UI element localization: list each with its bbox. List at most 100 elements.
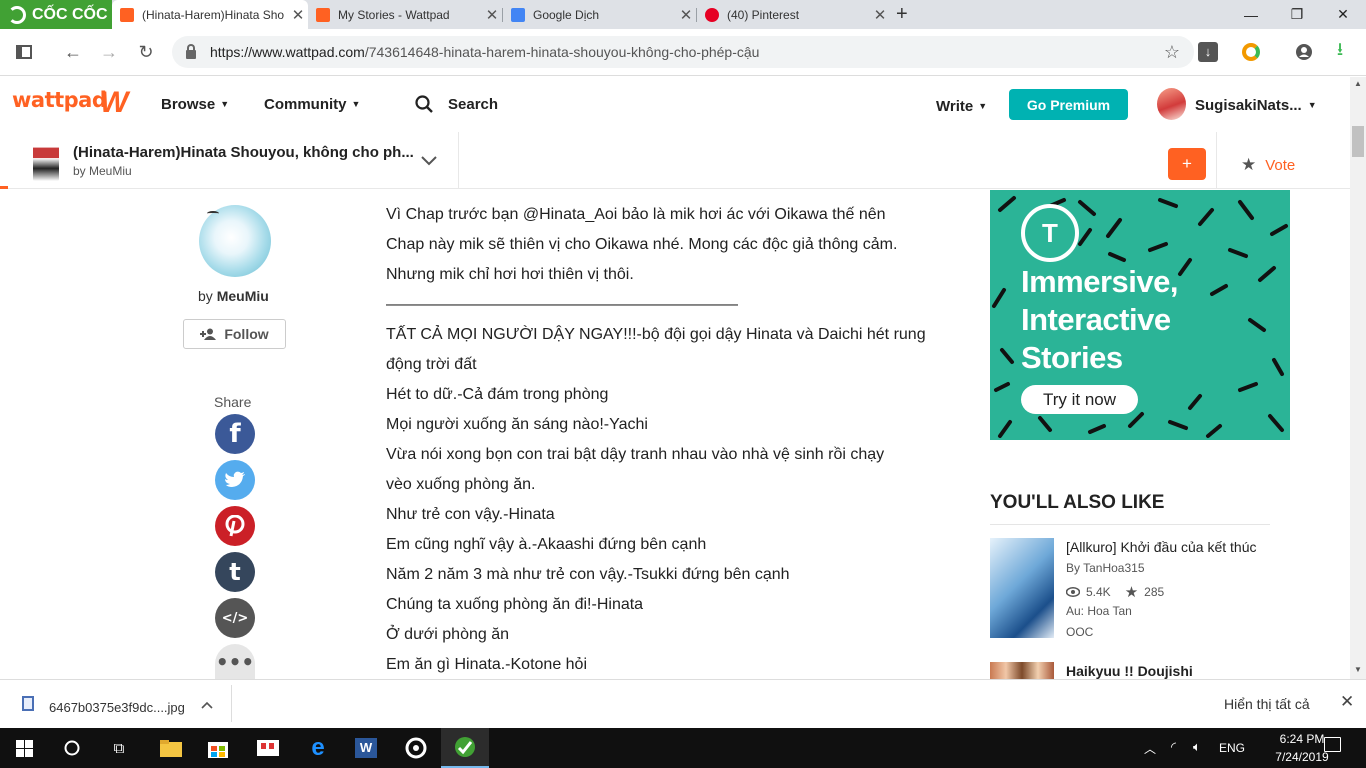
star-icon: ★ [1124, 584, 1139, 601]
search-icon[interactable] [415, 95, 433, 113]
download-options-chevron-up-icon[interactable] [201, 697, 213, 712]
profile-icon[interactable] [1289, 37, 1319, 67]
windows-start-icon[interactable] [0, 728, 48, 768]
embed-code-icon[interactable]: </> [215, 598, 255, 638]
close-tab-icon[interactable]: ✕ [482, 6, 502, 24]
close-window-icon[interactable]: ✕ [1320, 0, 1366, 29]
recommended-story-title[interactable]: Haikyuu !! Doujishi [1066, 663, 1193, 679]
close-tab-icon[interactable]: ✕ [288, 6, 308, 24]
author-byline[interactable]: by MeuMiu [198, 288, 269, 304]
user-avatar[interactable] [1157, 88, 1186, 120]
pinterest-favicon-icon [705, 7, 719, 22]
back-icon[interactable]: ← [58, 37, 88, 67]
cortana-search-icon[interactable] [48, 728, 96, 768]
wattpad-w-logo-icon[interactable]: W [100, 86, 128, 120]
coccoc-active-window-icon[interactable] [441, 728, 489, 768]
new-tab-icon[interactable]: + [896, 3, 908, 26]
download-icon[interactable]: ↓ [1198, 42, 1218, 62]
story-line: Vừa nói xong bọn con trai bật dậy tranh … [386, 446, 885, 463]
more-options-icon[interactable]: ••• [215, 644, 255, 680]
notifications-icon[interactable] [1324, 737, 1341, 752]
coccoc-download-icon[interactable]: ⭳ [1325, 37, 1355, 67]
minimize-icon[interactable]: — [1228, 0, 1274, 29]
recommended-story-author[interactable]: By TanHoa315 [1066, 561, 1145, 575]
browser-tab-1[interactable]: (Hinata-Harem)Hinata Sho ✕ [112, 0, 308, 29]
scroll-down-arrow-icon[interactable]: ▼ [1350, 665, 1366, 677]
vote-button[interactable]: ★ Vote [1241, 155, 1295, 175]
also-like-heading: YOU'LL ALSO LIKE [990, 492, 1165, 513]
scroll-up-arrow-icon[interactable]: ▲ [1350, 79, 1366, 91]
wifi-icon[interactable]: ◜ [1171, 739, 1176, 755]
reload-icon[interactable]: ↻ [131, 37, 161, 67]
recommended-story-title[interactable]: [Allkuro] Khởi đầu của kết thúc [1066, 539, 1257, 555]
story-line: Vì Chap trước bạn @Hinata_Aoi bảo là mik… [386, 206, 886, 223]
forward-icon[interactable]: → [94, 37, 124, 67]
bookmark-star-icon[interactable]: ☆ [1157, 37, 1187, 67]
pinterest-share-icon[interactable] [215, 506, 255, 546]
url-host: https://www.wattpad.com [210, 44, 365, 60]
store-icon[interactable] [194, 728, 242, 768]
recommended-story-stats: 5.4K ★ 285 [1066, 583, 1164, 601]
show-all-downloads-button[interactable]: Hiển thị tất cả [1224, 696, 1310, 712]
user-menu[interactable]: SugisakiNats... ▼ [1195, 97, 1317, 114]
browser-tab-2[interactable]: My Stories - Wattpad ✕ [308, 0, 502, 29]
restore-icon[interactable]: ❐ [1274, 0, 1320, 29]
url-text: https://www.wattpad.com/743614648-hinata… [210, 44, 759, 60]
show-hidden-icons-chevron-up-icon[interactable]: ︿ [1144, 740, 1156, 757]
go-premium-button[interactable]: Go Premium [1009, 89, 1128, 120]
facebook-share-icon[interactable]: f [215, 414, 255, 454]
edge-browser-icon[interactable]: e [294, 728, 342, 768]
close-tab-icon[interactable]: ✕ [676, 6, 696, 24]
twitter-share-icon[interactable] [215, 460, 255, 500]
ad-headline-1: Immersive, [1021, 264, 1179, 299]
download-divider [231, 685, 232, 722]
wattpad-favicon-icon [316, 7, 330, 22]
wattpad-logo[interactable]: wattpad [12, 88, 107, 112]
recommended-story-cover[interactable] [990, 538, 1054, 638]
follow-button[interactable]: Follow [183, 319, 286, 349]
wattpad-favicon-icon [120, 7, 134, 22]
url-path: /743614648-hinata-harem-hinata-shouyou-k… [364, 44, 760, 60]
input-language-indicator[interactable]: ENG [1219, 741, 1245, 755]
ad-try-it-now-button[interactable]: Try it now [1021, 385, 1138, 414]
recommended-story-cover[interactable] [990, 662, 1054, 679]
story-line: động trời đất [386, 356, 477, 373]
clock-date[interactable]: 7/24/2019 [1274, 750, 1330, 764]
add-to-library-button[interactable]: + [1168, 148, 1206, 180]
browser-tab-3[interactable]: Google Dịch ✕ [503, 0, 696, 29]
tumblr-share-icon[interactable]: t [215, 552, 255, 592]
nav-community[interactable]: Community ▼ [264, 96, 360, 113]
story-author-byline[interactable]: by MeuMiu [73, 164, 132, 178]
nav-browse[interactable]: Browse ▼ [161, 96, 229, 113]
page-scrollbar[interactable] [1350, 77, 1366, 679]
nav-community-label: Community [264, 96, 347, 113]
close-download-shelf-icon[interactable]: ✕ [1340, 692, 1354, 712]
downloaded-file-name[interactable]: 6467b0375e3f9dc....jpg [49, 700, 185, 715]
divider [990, 524, 1270, 525]
scrollbar-thumb[interactable] [1352, 126, 1364, 157]
story-line: TẤT CẢ MỌI NGƯỜI DẬY NGAY!!!-bộ đội gọi … [386, 326, 926, 343]
author-avatar[interactable] [199, 205, 271, 277]
search-button[interactable]: Search [448, 96, 498, 113]
address-bar[interactable]: https://www.wattpad.com/743614648-hinata… [172, 36, 1194, 68]
coccoc-logo-icon [8, 5, 26, 24]
username-label: SugisakiNats... [1195, 97, 1302, 114]
write-menu[interactable]: Write ▼ [936, 98, 987, 115]
sidebar-toggle-icon[interactable] [9, 37, 39, 67]
snipping-tool-icon[interactable] [244, 728, 292, 768]
story-cover-thumbnail[interactable] [33, 139, 59, 181]
browser-tab-4[interactable]: (40) Pinterest ✕ [697, 0, 890, 29]
task-view-icon[interactable]: ⧉ [95, 728, 143, 768]
volume-icon[interactable]: 🔈︎ [1193, 739, 1201, 755]
file-explorer-icon[interactable] [147, 728, 195, 768]
coccoc-menu-button[interactable]: CỐC CỐC [0, 0, 112, 29]
votes-count: 285 [1144, 585, 1165, 599]
clock-time[interactable]: 6:24 PM [1279, 732, 1325, 746]
close-tab-icon[interactable]: ✕ [870, 6, 890, 24]
story-content: Vì Chap trước bạn @Hinata_Aoi bảo là mik… [386, 200, 946, 680]
word-icon[interactable]: W [342, 728, 390, 768]
chapter-list-chevron-down-icon[interactable] [420, 152, 438, 172]
story-title[interactable]: (Hinata-Harem)Hinata Shouyou, không cho … [73, 144, 414, 161]
coccoc-taskbar-icon[interactable] [392, 728, 440, 768]
extension-icon[interactable] [1242, 43, 1260, 61]
